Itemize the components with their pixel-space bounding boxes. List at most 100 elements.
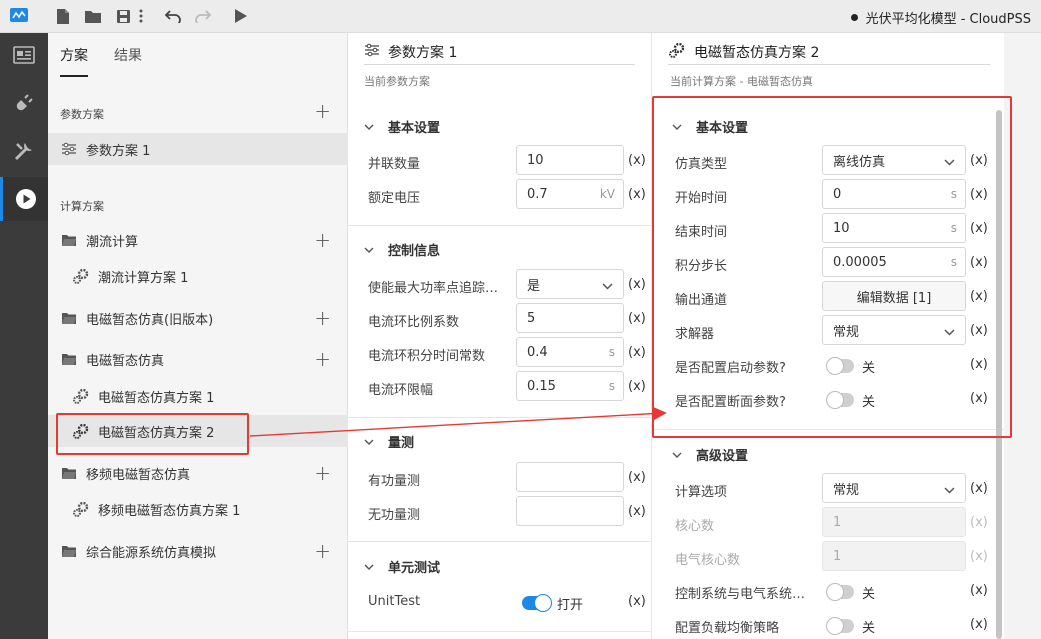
parallel-count-input[interactable]: 10: [516, 145, 624, 175]
start-time-input[interactable]: 0s: [822, 179, 966, 209]
rail-item-tools[interactable]: [0, 129, 48, 173]
expression-toggle[interactable]: (x): [970, 221, 988, 236]
folder-open-icon: [60, 350, 78, 368]
calc-panel-scrollbar[interactable]: [996, 110, 1002, 639]
expression-toggle[interactable]: (x): [970, 187, 988, 202]
expression-toggle[interactable]: (x): [628, 345, 646, 360]
field-label: 电流环积分时间常数: [368, 349, 486, 364]
group-advanced[interactable]: 高级设置: [672, 445, 748, 464]
sliders-icon: [364, 43, 380, 61]
expression-toggle[interactable]: (x): [628, 504, 646, 519]
open-folder-icon[interactable]: [82, 5, 104, 27]
add-emt-button[interactable]: +: [314, 349, 331, 369]
mppt-select[interactable]: 是: [516, 269, 624, 299]
expression-toggle[interactable]: (x): [628, 277, 646, 292]
expression-toggle[interactable]: (x): [628, 379, 646, 394]
rail-item-overview[interactable]: [0, 33, 48, 77]
redo-icon[interactable]: [192, 5, 214, 27]
rated-voltage-input[interactable]: 0.7 kV: [516, 179, 624, 209]
ctrl-elec-toggle[interactable]: [826, 583, 854, 601]
more-vertical-icon[interactable]: [136, 5, 146, 27]
elec-cores-input: 1: [822, 541, 966, 571]
rail-item-run[interactable]: [0, 177, 48, 221]
calc-scheme-name[interactable]: 电磁暂态仿真方案 2: [694, 42, 819, 62]
save-icon[interactable]: [112, 5, 134, 27]
expression-toggle[interactable]: (x): [970, 255, 988, 270]
unittest-toggle[interactable]: [522, 594, 552, 612]
new-file-icon[interactable]: [52, 5, 74, 27]
chevron-down-icon: [364, 119, 376, 134]
folder-open-icon: [60, 464, 78, 482]
tree-item-label: 参数方案 1: [86, 143, 151, 159]
param-scheme-name[interactable]: 参数方案 1: [388, 42, 457, 62]
chevron-down-icon: [672, 119, 684, 134]
field-row-sim-type: 仿真类型 离线仿真 (x): [652, 145, 1004, 179]
sim-type-select[interactable]: 离线仿真: [822, 145, 966, 175]
reactive-measure-input[interactable]: [516, 496, 624, 526]
expression-toggle[interactable]: (x): [970, 289, 988, 304]
field-row-reactive-measure: 无功量测 (x): [348, 496, 651, 530]
expression-toggle[interactable]: (x): [970, 153, 988, 168]
field-label: 输出通道: [675, 293, 728, 308]
add-powerflow-button[interactable]: +: [314, 230, 331, 250]
load-balance-toggle[interactable]: [826, 617, 854, 635]
end-time-input[interactable]: 10 s: [822, 213, 966, 243]
run-play-icon[interactable]: [230, 5, 252, 27]
unit-label: kV: [599, 187, 615, 201]
current-loop-ti-input[interactable]: 0.4 s: [516, 337, 624, 367]
unit-label: s: [608, 345, 615, 359]
tree-item-sfemt[interactable]: 移频电磁暂态仿真: [48, 457, 348, 489]
group-calc-basic[interactable]: 基本设置: [672, 117, 748, 136]
toolbar: 光伏平均化模型 - CloudPSS: [0, 0, 1041, 33]
expression-toggle[interactable]: (x): [628, 153, 646, 168]
expression-toggle[interactable]: (x): [970, 481, 988, 496]
tree-item-sfemt-scheme-1[interactable]: 移频电磁暂态仿真方案 1: [48, 493, 348, 525]
tab-results[interactable]: 结果: [114, 45, 142, 77]
tree-item-emt-scheme-1[interactable]: 电磁暂态仿真方案 1: [48, 380, 348, 412]
solver-select[interactable]: 常规: [822, 315, 966, 345]
group-basic-settings[interactable]: 基本设置: [364, 117, 440, 136]
group-control-info[interactable]: 控制信息: [364, 240, 440, 259]
expression-toggle[interactable]: (x): [628, 470, 646, 485]
expression-toggle[interactable]: (x): [970, 391, 988, 406]
tree-item-param-scheme-1[interactable]: 参数方案 1: [48, 133, 348, 165]
expression-toggle[interactable]: (x): [970, 323, 988, 338]
field-label: 是否配置断面参数?: [675, 395, 786, 410]
current-loop-kp-input[interactable]: 5: [516, 303, 624, 333]
tree-item-emt[interactable]: 电磁暂态仿真: [48, 343, 348, 375]
tab-schemes[interactable]: 方案: [60, 45, 88, 77]
group-measure[interactable]: 量测: [364, 432, 414, 451]
step-size-input[interactable]: 0.00005 s: [822, 247, 966, 277]
scheme-tree-panel: 方案 结果 参数方案 + 参数方案 1 计算方案 潮流计算 + 潮流计算方案 1…: [48, 33, 348, 639]
expression-toggle[interactable]: (x): [970, 583, 988, 598]
start-param-toggle[interactable]: [826, 357, 854, 375]
field-row-end-time: 结束时间 10 s (x): [652, 213, 1004, 247]
tree-item-ies[interactable]: 综合能源系统仿真模拟: [48, 535, 348, 567]
tree-item-powerflow-scheme-1[interactable]: 潮流计算方案 1: [48, 260, 348, 292]
expression-toggle[interactable]: (x): [970, 357, 988, 372]
toggle-state-label: 关: [862, 587, 876, 602]
current-loop-limit-input[interactable]: 0.15 s: [516, 371, 624, 401]
add-emt-legacy-button[interactable]: +: [314, 308, 331, 328]
expression-toggle[interactable]: (x): [628, 311, 646, 326]
tree-item-emt-legacy[interactable]: 电磁暂态仿真(旧版本): [48, 302, 348, 334]
add-ies-button[interactable]: +: [314, 541, 331, 561]
expression-toggle[interactable]: (x): [970, 617, 988, 632]
edit-data-button[interactable]: 编辑数据 [1]: [822, 281, 966, 311]
calc-scheme-header: 电磁暂态仿真方案 2: [668, 42, 990, 65]
active-measure-input[interactable]: [516, 462, 624, 492]
snapshot-param-toggle[interactable]: [826, 391, 854, 409]
expression-toggle[interactable]: (x): [628, 187, 646, 202]
calc-option-select[interactable]: 常规: [822, 473, 966, 503]
calc-section-title: 计算方案: [60, 200, 104, 213]
rail-item-components[interactable]: [0, 81, 48, 125]
gears-icon: [72, 500, 90, 518]
add-sfemt-button[interactable]: +: [314, 463, 331, 483]
group-unit-test[interactable]: 单元测试: [364, 557, 440, 576]
folder-open-icon: [60, 542, 78, 560]
undo-icon[interactable]: [162, 5, 184, 27]
expression-toggle[interactable]: (x): [628, 594, 646, 609]
tree-item-powerflow[interactable]: 潮流计算: [48, 224, 348, 256]
add-param-scheme-button[interactable]: +: [314, 101, 331, 121]
tree-item-emt-scheme-2[interactable]: 电磁暂态仿真方案 2: [48, 415, 348, 447]
